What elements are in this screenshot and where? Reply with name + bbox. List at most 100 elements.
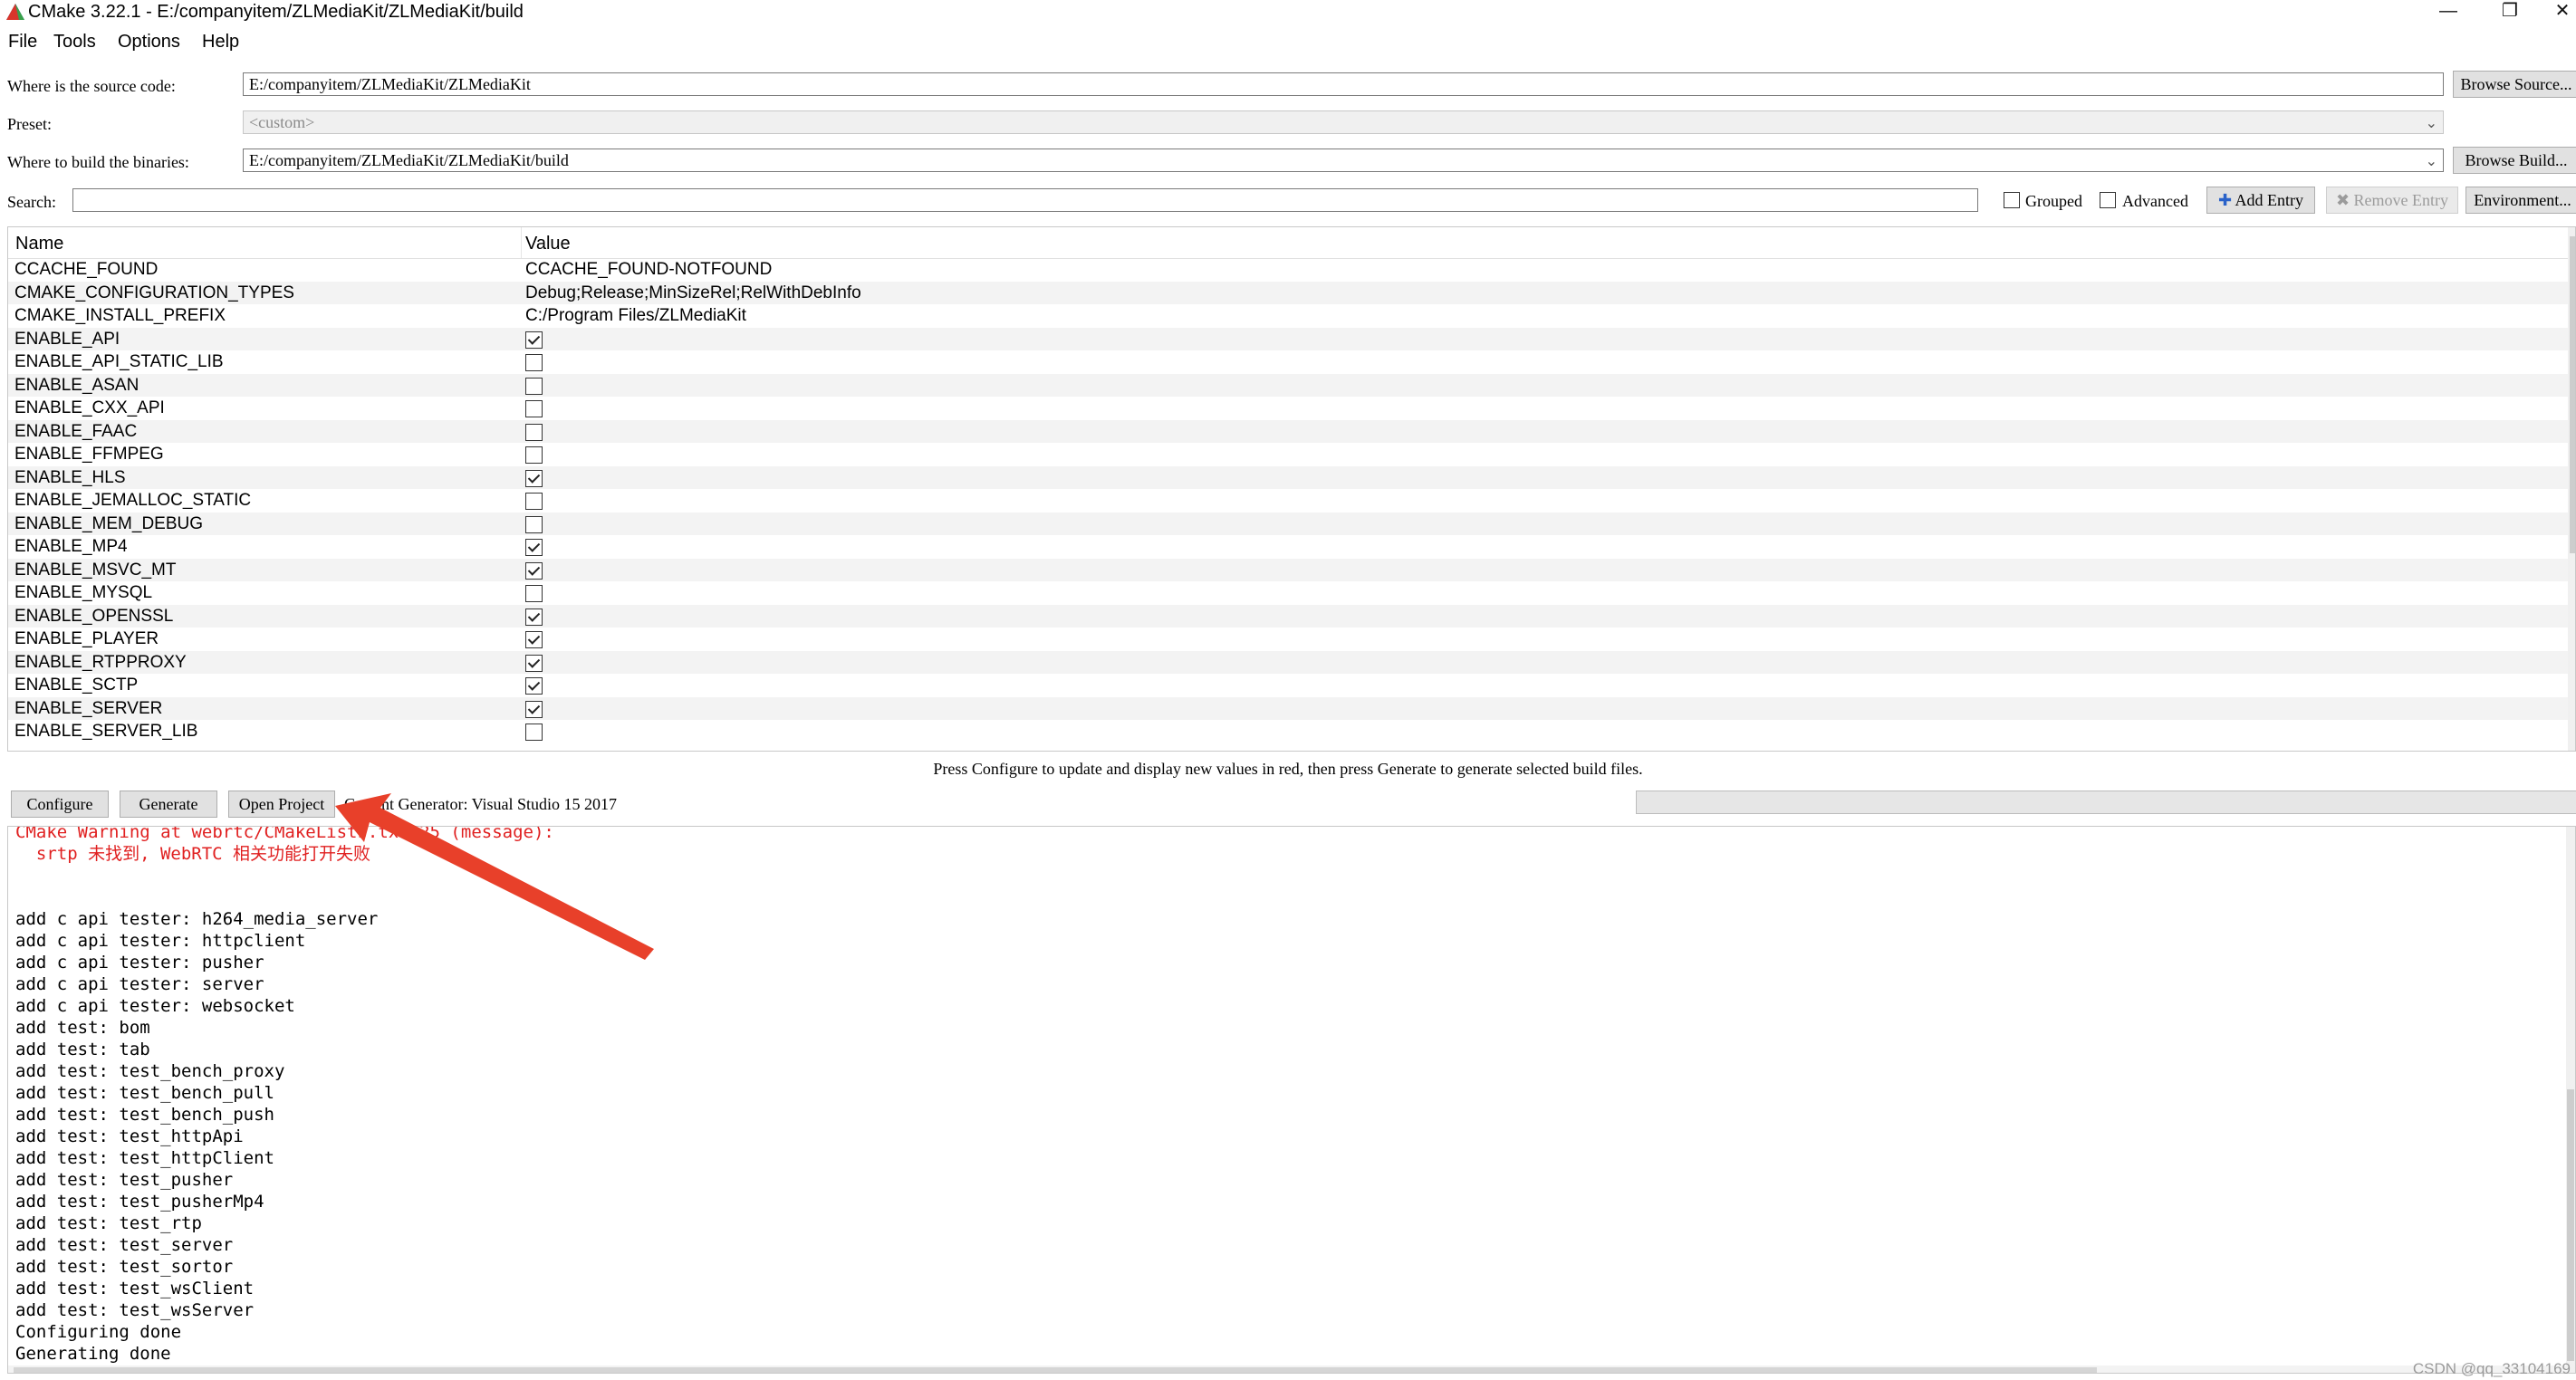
entry-value[interactable]: CCACHE_FOUND-NOTFOUND	[525, 260, 772, 280]
table-row[interactable]: ENABLE_FFMPEG	[8, 443, 2568, 466]
table-row[interactable]: ENABLE_HLS	[8, 465, 2568, 489]
entry-value-checkbox[interactable]	[525, 631, 543, 648]
entry-value-checkbox[interactable]	[525, 331, 543, 349]
table-scrollbar[interactable]	[2568, 227, 2575, 751]
column-divider[interactable]	[521, 227, 522, 258]
entry-name: ENABLE_MSVC_MT	[14, 560, 177, 580]
output-horizontal-scrollbar[interactable]	[8, 1366, 2568, 1373]
entry-value-checkbox[interactable]	[525, 515, 543, 533]
binaries-label: Where to build the binaries:	[7, 153, 189, 171]
cache-table[interactable]: Name Value CCACHE_FOUND CCACHE_FOUND-NOTF…	[7, 226, 2576, 752]
preset-select[interactable]: <custom> ⌄	[243, 110, 2444, 134]
table-row[interactable]: ENABLE_MEM_DEBUG	[8, 512, 2568, 535]
entry-name: CMAKE_INSTALL_PREFIX	[14, 306, 226, 325]
output-hscroll-thumb[interactable]	[14, 1367, 2097, 1373]
output-scroll-thumb[interactable]	[2567, 1089, 2574, 1361]
entry-name: CMAKE_CONFIGURATION_TYPES	[14, 283, 294, 302]
entry-value-checkbox[interactable]	[525, 354, 543, 371]
table-row[interactable]: ENABLE_MYSQL	[8, 581, 2568, 605]
entry-name: ENABLE_SCTP	[14, 676, 139, 695]
entry-name: ENABLE_MEM_DEBUG	[14, 513, 204, 533]
log-line: add test: test_wsClient	[15, 1279, 255, 1299]
table-row[interactable]: CMAKE_INSTALL_PREFIX C:/Program Files/ZLM…	[8, 304, 2568, 328]
generate-button[interactable]: Generate	[120, 791, 217, 818]
table-row[interactable]: ENABLE_MSVC_MT	[8, 558, 2568, 581]
search-input[interactable]	[72, 188, 1978, 212]
environment-button[interactable]: Environment...	[2465, 187, 2576, 214]
entry-value-checkbox[interactable]	[525, 724, 543, 741]
name-column-header[interactable]: Name	[15, 234, 63, 254]
entry-value-checkbox[interactable]	[525, 377, 543, 395]
table-row[interactable]: ENABLE_SERVER_LIB	[8, 720, 2568, 743]
restore-button[interactable]: ❐	[2489, 0, 2531, 24]
configure-button[interactable]: Configure	[11, 791, 109, 818]
entry-value-checkbox[interactable]	[525, 446, 543, 464]
browse-build-button[interactable]: Browse Build...	[2453, 147, 2576, 174]
entry-name: ENABLE_API	[14, 329, 120, 349]
output-log[interactable]: CMake Warning at webrtc/CMakeLists.txt:2…	[7, 826, 2576, 1374]
entry-value-checkbox[interactable]	[525, 539, 543, 556]
table-row[interactable]: CCACHE_FOUND CCACHE_FOUND-NOTFOUND	[8, 258, 2568, 282]
table-row[interactable]: CMAKE_CONFIGURATION_TYPES Debug;Release;M…	[8, 281, 2568, 304]
entry-value[interactable]: Debug;Release;MinSizeRel;RelWithDebInfo	[525, 283, 861, 303]
entry-value-checkbox[interactable]	[525, 400, 543, 417]
open-project-button[interactable]: Open Project	[228, 791, 335, 818]
plus-icon: ✚	[2217, 191, 2233, 210]
entry-value-checkbox[interactable]	[525, 585, 543, 602]
table-row[interactable]: ENABLE_OPENSSL	[8, 604, 2568, 628]
log-line: add test: test_sortor	[15, 1257, 234, 1277]
chevron-down-icon: ⌄	[2425, 116, 2437, 131]
table-row[interactable]: ENABLE_PLAYER	[8, 628, 2568, 651]
grouped-checkbox[interactable]	[2004, 192, 2020, 208]
table-scroll-thumb[interactable]	[2570, 236, 2575, 553]
log-line: add test: test_bench_pull	[15, 1083, 274, 1103]
value-column-header[interactable]: Value	[525, 234, 571, 254]
table-row[interactable]: ENABLE_JEMALLOC_STATIC	[8, 489, 2568, 513]
table-row[interactable]: ENABLE_SCTP	[8, 674, 2568, 697]
entry-value-checkbox[interactable]	[525, 423, 543, 441]
close-button[interactable]: ✕	[2542, 0, 2576, 24]
window-title: CMake 3.22.1 - E:/companyitem/ZLMediaKit…	[28, 2, 524, 22]
minimize-button[interactable]: —	[2427, 0, 2469, 24]
table-row[interactable]: ENABLE_SERVER	[8, 696, 2568, 720]
menu-options[interactable]: Options	[118, 31, 180, 53]
chevron-down-icon[interactable]: ⌄	[2426, 151, 2437, 171]
log-line: add test: tab	[15, 1040, 150, 1059]
log-line: add test: test_server	[15, 1235, 234, 1255]
log-line: add test: test_bench_proxy	[15, 1061, 285, 1081]
add-entry-button[interactable]: ✚ Add Entry	[2206, 187, 2315, 214]
entry-value-checkbox[interactable]	[525, 469, 543, 487]
table-row[interactable]: ENABLE_API	[8, 327, 2568, 350]
binaries-path-input[interactable]: E:/companyitem/ZLMediaKit/ZLMediaKit/bui…	[243, 149, 2444, 172]
output-vertical-scrollbar[interactable]	[2566, 827, 2575, 1373]
table-row[interactable]: ENABLE_MP4	[8, 535, 2568, 559]
source-path-input[interactable]: E:/companyitem/ZLMediaKit/ZLMediaKit	[243, 72, 2444, 96]
advanced-checkbox[interactable]	[2100, 192, 2116, 208]
entry-value-checkbox[interactable]	[525, 561, 543, 580]
menu-tools[interactable]: Tools	[53, 31, 96, 53]
log-line: Generating done	[15, 1344, 171, 1364]
table-row[interactable]: ENABLE_RTPPROXY	[8, 650, 2568, 674]
entry-name: ENABLE_ASAN	[14, 375, 139, 395]
remove-icon: ✖	[2335, 191, 2350, 210]
entry-value[interactable]: C:/Program Files/ZLMediaKit	[525, 306, 746, 326]
entry-value-checkbox[interactable]	[525, 493, 543, 510]
entry-value-checkbox[interactable]	[525, 700, 543, 718]
table-row[interactable]: ENABLE_API_STATIC_LIB	[8, 350, 2568, 374]
table-row[interactable]: ENABLE_CXX_API	[8, 397, 2568, 420]
remove-entry-label: Remove Entry	[2353, 191, 2449, 209]
entry-value-checkbox[interactable]	[525, 654, 543, 672]
remove-entry-button[interactable]: ✖ Remove Entry	[2326, 187, 2458, 214]
menu-help[interactable]: Help	[202, 31, 239, 53]
log-line: add test: test_httpClient	[15, 1148, 274, 1168]
browse-source-button[interactable]: Browse Source...	[2453, 71, 2576, 98]
menu-file[interactable]: File	[8, 31, 37, 53]
entry-value-checkbox[interactable]	[525, 677, 543, 695]
entry-value-checkbox[interactable]	[525, 608, 543, 626]
table-row[interactable]: ENABLE_ASAN	[8, 373, 2568, 397]
source-label: Where is the source code:	[7, 77, 176, 95]
entry-name: ENABLE_SERVER_LIB	[14, 722, 198, 741]
log-line: add test: test_wsServer	[15, 1300, 255, 1320]
table-row[interactable]: ENABLE_FAAC	[8, 419, 2568, 443]
